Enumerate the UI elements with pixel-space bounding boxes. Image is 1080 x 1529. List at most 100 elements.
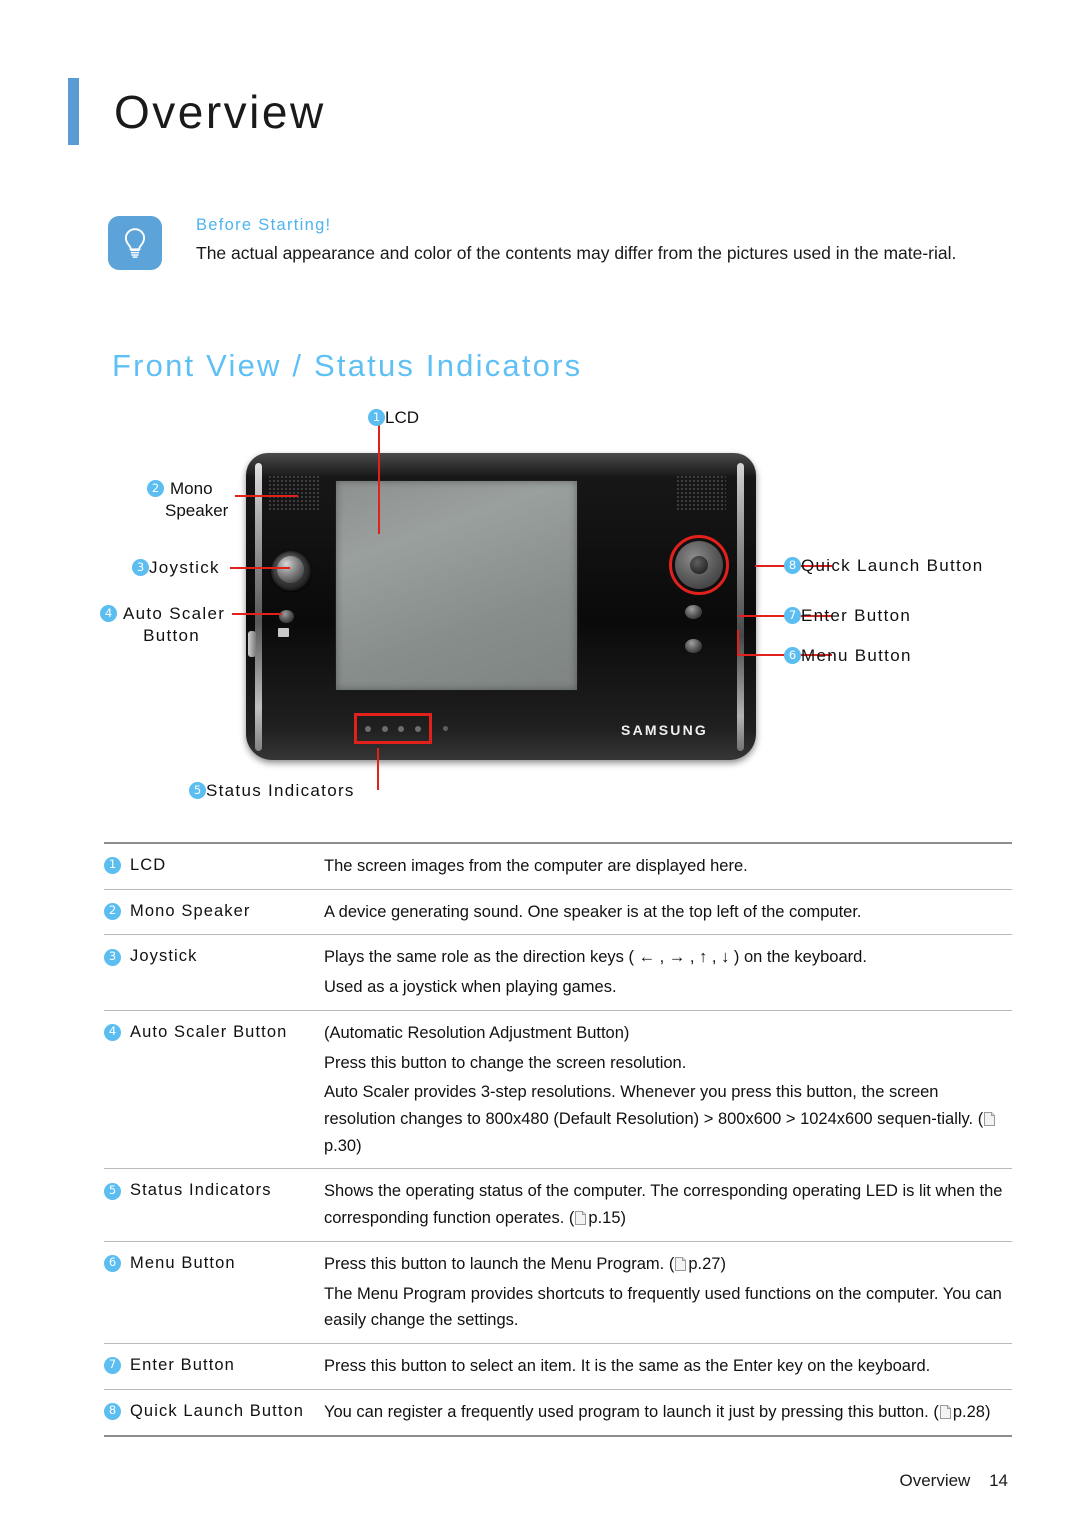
right-speaker-grille xyxy=(676,475,726,511)
description-line: Plays the same role as the direction key… xyxy=(324,948,867,967)
table-row: 6 Menu Button Press this button to launch … xyxy=(104,1242,1012,1345)
leader-line-menu-a xyxy=(737,630,739,656)
callout-label-enter: Enter Button xyxy=(801,606,912,625)
callout-quick-launch: 8 Quick Launch Button xyxy=(784,555,984,577)
table-row: 5 Status Indicators Shows the operating st… xyxy=(104,1169,1012,1242)
page-reference[interactable]: p.30 xyxy=(324,1137,356,1155)
page-footer: Overview 14 xyxy=(899,1471,1008,1491)
mono-speaker-grille xyxy=(268,475,321,511)
callout-label-menu: Menu Button xyxy=(801,646,912,665)
enter-button-hw xyxy=(685,605,702,619)
callout-label-auto-scaler-button: Button xyxy=(143,625,201,645)
component-description-table: 1 LCD The screen images from the computer … xyxy=(104,842,1012,1437)
row-number-cell: 1 xyxy=(104,853,130,875)
page-reference[interactable]: p.28 xyxy=(953,1403,985,1421)
leader-line-status-indicators xyxy=(377,748,379,790)
row-component-name: Joystick xyxy=(130,947,198,966)
callout-label-speaker: Speaker xyxy=(165,500,229,520)
table-row: 3 Joystick Plays the same role as the dire… xyxy=(104,935,1012,1011)
description-line: Press this button to launch the Menu Pro… xyxy=(324,1254,726,1273)
callout-label-joystick: Joystick xyxy=(149,558,220,577)
table-row: 8 Quick Launch Button You can register a f… xyxy=(104,1390,1012,1437)
table-row: 2 Mono Speaker A device generating sound. … xyxy=(104,890,1012,936)
row-number-cell: 5 xyxy=(104,1178,130,1200)
description-line: You can register a frequently used progr… xyxy=(324,1402,991,1421)
status-indicators-highlight-box xyxy=(354,713,432,744)
row-component-name: LCD xyxy=(130,856,167,874)
callout-number-3: 3 xyxy=(132,559,149,577)
row-number-cell: 8 xyxy=(104,1399,130,1421)
row-number-cell: 6 xyxy=(104,1251,130,1273)
table-row: 7 Enter Button Press this button to select… xyxy=(104,1344,1012,1390)
lcd-screen xyxy=(335,480,578,691)
callout-number-8: 8 xyxy=(784,557,801,575)
callout-label-auto-scaler: Auto Scaler xyxy=(123,604,226,623)
callout-menu-button: 6 Menu Button xyxy=(784,645,912,667)
row-number-badge: 2 xyxy=(104,902,121,920)
lightbulb-icon xyxy=(108,216,162,270)
description-line: Shows the operating status of the comput… xyxy=(324,1182,1003,1228)
device-side-button xyxy=(248,631,256,657)
table-row: 1 LCD The screen images from the computer … xyxy=(104,842,1012,890)
row-number-badge: 8 xyxy=(104,1402,121,1420)
callout-number-4: 4 xyxy=(100,605,117,623)
row-component-name: Menu Button xyxy=(130,1253,236,1272)
row-number-cell: 7 xyxy=(104,1353,130,1375)
menu-button-hw xyxy=(685,639,702,653)
device-right-trim xyxy=(737,463,744,751)
row-description: A device generating sound. One speaker i… xyxy=(324,899,1012,926)
before-starting-note: Before Starting! The actual appearance a… xyxy=(108,216,1008,270)
row-component-name: Status Indicators xyxy=(130,1181,272,1200)
row-description: You can register a frequently used progr… xyxy=(324,1399,1012,1426)
note-heading: Before Starting! xyxy=(196,216,332,234)
callout-status-indicators: 5 Status Indicators xyxy=(189,780,355,802)
row-number-badge: 7 xyxy=(104,1357,121,1375)
leader-line-lcd xyxy=(378,422,380,534)
row-number-cell: 2 xyxy=(104,899,130,921)
callout-label-lcd: LCD xyxy=(385,408,420,427)
leader-line-joystick xyxy=(230,567,290,569)
note-body-text: The actual appearance and color of the c… xyxy=(196,243,957,263)
power-led xyxy=(443,726,448,731)
row-number-badge: 4 xyxy=(104,1024,121,1042)
callout-lcd: 1 LCD xyxy=(368,407,419,429)
row-description: Plays the same role as the direction key… xyxy=(324,944,1012,1000)
title-accent-bar xyxy=(68,78,79,145)
callout-enter-button: 7 Enter Button xyxy=(784,605,911,627)
callout-mono-speaker: 2 Mono Speaker xyxy=(147,478,228,522)
row-description: Shows the operating status of the comput… xyxy=(324,1178,1012,1231)
callout-auto-scaler: 4 Auto Scaler Button xyxy=(100,603,225,647)
leader-line-mono-speaker xyxy=(235,495,298,497)
leader-line-auto-scaler xyxy=(232,613,282,615)
description-line: (Automatic Resolution Adjustment Button) xyxy=(324,1023,630,1042)
footer-page-number: 14 xyxy=(989,1471,1008,1490)
page-reference[interactable]: p.15 xyxy=(588,1209,620,1227)
callout-number-7: 7 xyxy=(784,607,801,625)
row-number-cell: 3 xyxy=(104,944,130,966)
row-component-name: Quick Launch Button xyxy=(130,1401,305,1420)
page-reference[interactable]: p.27 xyxy=(688,1255,720,1273)
description-line: The Menu Program provides shortcuts to f… xyxy=(324,1284,1002,1330)
description-line: Used as a joystick when playing games. xyxy=(324,978,617,997)
auto-scaler-icon xyxy=(278,628,289,637)
callout-number-1: 1 xyxy=(368,409,385,427)
table-row: 4 Auto Scaler Button (Automatic Resolution… xyxy=(104,1011,1012,1170)
callout-label-status-indicators: Status Indicators xyxy=(206,781,355,800)
callout-label-quick-launch: Quick Launch Button xyxy=(801,556,984,575)
section-heading: Front View / Status Indicators xyxy=(112,348,583,383)
row-number-badge: 6 xyxy=(104,1255,121,1273)
row-number-badge: 5 xyxy=(104,1182,121,1200)
joystick-control xyxy=(271,551,311,591)
page-title: Overview xyxy=(68,78,326,145)
row-description: Press this button to select an item. It … xyxy=(324,1353,1012,1380)
manual-page: Overview Before Starting! The actual app… xyxy=(0,0,1080,1529)
auto-scaler-button-hw xyxy=(279,610,294,623)
device-illustration: SAMSUNG xyxy=(246,453,756,760)
row-number-badge: 3 xyxy=(104,948,121,966)
row-component-name: Auto Scaler Button xyxy=(130,1022,288,1041)
quick-launch-highlight-ring xyxy=(669,535,729,595)
footer-label: Overview xyxy=(899,1471,971,1490)
row-component-name: Enter Button xyxy=(130,1356,235,1375)
callout-number-6: 6 xyxy=(784,647,801,665)
callout-number-2: 2 xyxy=(147,480,164,498)
